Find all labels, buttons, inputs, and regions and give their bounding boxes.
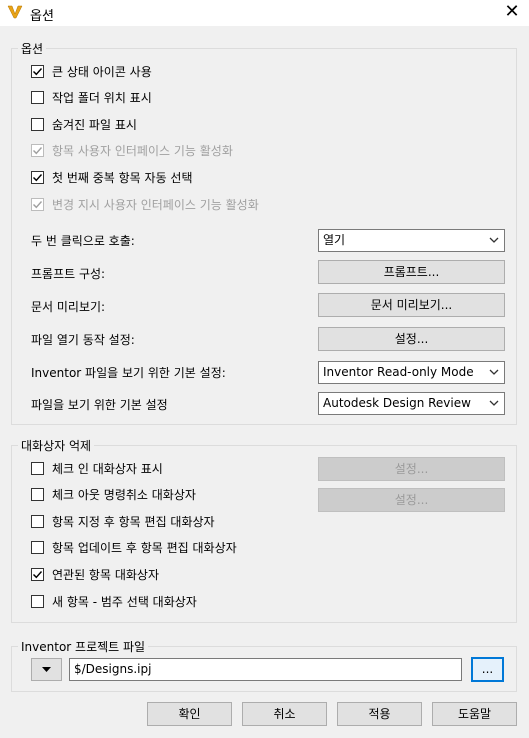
checkbox-label: 큰 상태 아이콘 사용 <box>52 64 152 79</box>
checkbox-label: 체크 아웃 명령취소 대화상자 <box>52 488 196 503</box>
checkbox-label: 항목 업데이트 후 항목 편집 대화상자 <box>52 541 237 556</box>
apply-button[interactable]: 적용 <box>337 702 422 726</box>
cancel-button[interactable]: 취소 <box>242 702 327 726</box>
checkbox-row: 변경 지시 사용자 인터페이스 기능 활성화 <box>31 195 259 213</box>
checkbox-label: 새 항목 - 범주 선택 대화상자 <box>52 594 197 609</box>
double-click-label: 두 번 클릭으로 호출: <box>31 234 135 248</box>
checkbox[interactable] <box>31 594 44 608</box>
close-icon[interactable]: ✕ <box>498 1 526 23</box>
checkbox <box>31 144 44 158</box>
checkbox-row[interactable]: 체크 인 대화상자 표시 <box>31 459 163 477</box>
checkbox[interactable] <box>31 567 44 581</box>
checkbox[interactable] <box>31 488 44 502</box>
options-group-title: 옵션 <box>18 40 47 57</box>
doc-preview-label: 문서 미리보기: <box>31 300 106 314</box>
double-click-select[interactable]: 열기 <box>318 229 505 252</box>
inventor-view-label: Inventor 파일을 보기 위한 기본 설정: <box>31 366 226 380</box>
file-view-value: Autodesk Design Review <box>323 396 471 410</box>
checkmark-icon <box>33 67 43 75</box>
checkbox[interactable] <box>31 170 44 184</box>
checkbox-label: 작업 폴더 위치 표시 <box>52 91 152 106</box>
project-path-value: $/Designs.ipj <box>74 662 152 676</box>
checkbox <box>31 197 44 211</box>
project-path-input[interactable]: $/Designs.ipj <box>69 658 462 681</box>
help-button[interactable]: 도움말 <box>432 702 517 726</box>
checkmark-icon <box>33 200 43 208</box>
checkbox-row[interactable]: 큰 상태 아이콘 사용 <box>31 62 152 80</box>
checkbox[interactable] <box>31 64 44 78</box>
checkbox-label: 첫 번째 중복 항목 자동 선택 <box>52 170 193 185</box>
checkbox-row[interactable]: 숨겨진 파일 표시 <box>31 115 137 133</box>
window-title: 옵션 <box>30 9 54 24</box>
checkmark-icon <box>33 570 43 579</box>
checkbox-row[interactable]: 연관된 항목 대화상자 <box>31 565 159 583</box>
checkmark-icon <box>33 147 43 155</box>
file-open-label: 파일 열기 동작 설정: <box>31 333 135 347</box>
checkbox[interactable] <box>31 514 44 528</box>
inventor-view-value: Inventor Read-only Mode <box>323 365 474 379</box>
double-click-value: 열기 <box>323 233 346 247</box>
checkbox-row[interactable]: 작업 폴더 위치 표시 <box>31 89 152 107</box>
checkbox-label: 연관된 항목 대화상자 <box>52 567 159 582</box>
file-open-settings-button[interactable]: 설정... <box>318 327 505 351</box>
checkbox-label: 변경 지시 사용자 인터페이스 기능 활성화 <box>52 197 259 212</box>
title-bar <box>0 0 529 26</box>
checkbox[interactable] <box>31 541 44 555</box>
checkbox-row[interactable]: 항목 지정 후 항목 편집 대화상자 <box>31 512 215 530</box>
checkbox[interactable] <box>31 91 44 105</box>
checkin-settings-button[interactable]: 설정... <box>318 457 505 481</box>
ok-button[interactable]: 확인 <box>147 702 232 726</box>
project-dropdown-button[interactable] <box>31 658 62 681</box>
checkbox-row[interactable]: 첫 번째 중복 항목 자동 선택 <box>31 168 193 186</box>
file-view-select[interactable]: Autodesk Design Review <box>318 392 505 415</box>
checkmark-icon <box>33 173 43 182</box>
project-file-group-title: Inventor 프로젝트 파일 <box>18 638 149 655</box>
chevron-down-icon <box>489 400 499 406</box>
prompt-config-label: 프롬프트 구성: <box>31 267 106 281</box>
doc-preview-button[interactable]: 문서 미리보기... <box>318 293 505 317</box>
checkbox[interactable] <box>31 117 44 131</box>
checkbox-row: 항목 사용자 인터페이스 기능 활성화 <box>31 142 233 160</box>
chevron-down-icon <box>489 369 499 375</box>
checkbox[interactable] <box>31 461 44 475</box>
dialog-suppress-group-title: 대화상자 억제 <box>18 437 95 454</box>
checkbox-row[interactable]: 체크 아웃 명령취소 대화상자 <box>31 486 196 504</box>
browse-button[interactable]: ... <box>471 657 504 682</box>
checkbox-label: 숨겨진 파일 표시 <box>52 117 137 132</box>
vault-app-icon <box>7 4 23 20</box>
checkbox-label: 체크 인 대화상자 표시 <box>52 461 163 476</box>
inventor-view-select[interactable]: Inventor Read-only Mode <box>318 361 505 384</box>
checkout-settings-button[interactable]: 설정... <box>318 488 505 512</box>
file-view-label: 파일을 보기 위한 기본 설정 <box>31 398 168 412</box>
checkbox-row[interactable]: 새 항목 - 범주 선택 대화상자 <box>31 592 197 610</box>
checkbox-row[interactable]: 항목 업데이트 후 항목 편집 대화상자 <box>31 539 237 557</box>
checkbox-label: 항목 지정 후 항목 편집 대화상자 <box>52 514 215 529</box>
prompt-button[interactable]: 프롬프트... <box>318 260 505 284</box>
chevron-down-icon <box>489 237 499 243</box>
checkbox-label: 항목 사용자 인터페이스 기능 활성화 <box>52 144 233 159</box>
caret-down-icon <box>42 667 51 672</box>
